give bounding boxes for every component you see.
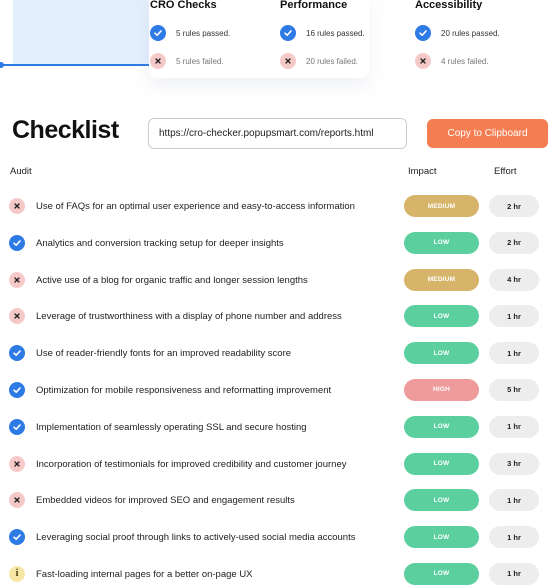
impact-badge: MEDIUM — [404, 268, 479, 291]
page-title: Checklist — [12, 116, 119, 144]
summary-card: CRO Checks 5 rules passed. 5 rules faile… — [0, 0, 549, 82]
effort-badge: 1 hr — [489, 305, 539, 328]
effort-badge: 2 hr — [489, 195, 539, 217]
audit-text: Implementation of seamlessly operating S… — [36, 421, 307, 433]
table-row: Analytics and conversion tracking setup … — [0, 225, 549, 262]
failed-stat: 4 rules failed. — [415, 52, 549, 70]
impact-badge: LOW — [404, 305, 479, 328]
check-circle-icon — [150, 25, 166, 41]
x-circle-icon — [9, 271, 25, 288]
summary-cro-checks: CRO Checks 5 rules passed. 5 rules faile… — [150, 0, 290, 70]
passed-text: 5 rules passed. — [176, 28, 231, 38]
x-circle-icon — [415, 53, 431, 69]
impact-column-header: Impact — [408, 166, 437, 177]
failed-text: 20 rules failed. — [306, 56, 359, 66]
check-circle-icon — [9, 381, 25, 398]
x-circle-icon — [9, 198, 25, 214]
effort-badge: 4 hr — [489, 268, 539, 291]
effort-column-header: Effort — [494, 166, 517, 177]
impact-badge: LOW — [404, 415, 479, 438]
check-circle-icon — [9, 418, 25, 435]
passed-stat: 20 rules passed. — [415, 24, 549, 42]
impact-badge: LOW — [404, 342, 479, 365]
effort-badge: 1 hr — [489, 342, 539, 365]
impact-badge: MEDIUM — [404, 195, 479, 217]
audit-text: Embedded videos for improved SEO and eng… — [36, 495, 295, 507]
check-circle-icon — [9, 345, 25, 362]
check-circle-icon — [415, 25, 431, 41]
x-circle-icon — [150, 53, 166, 69]
audit-text: Optimization for mobile responsiveness a… — [36, 384, 332, 396]
table-row: Leverage of trustworthiness with a displ… — [0, 298, 549, 335]
table-row: i Fast-loading internal pages for a bette… — [0, 556, 549, 588]
table-row: Leveraging social proof through links to… — [0, 519, 549, 556]
x-circle-icon — [9, 492, 25, 509]
audit-column-header: Audit — [10, 166, 32, 177]
summary-title: CRO Checks — [150, 0, 217, 10]
effort-badge: 1 hr — [489, 489, 539, 512]
effort-badge: 1 hr — [489, 562, 539, 585]
check-circle-icon — [9, 234, 25, 251]
table-row: Implementation of seamlessly operating S… — [0, 409, 549, 446]
failed-stat: 5 rules failed. — [150, 52, 290, 70]
summary-performance: Performance 16 rules passed. 20 rules fa… — [280, 0, 420, 70]
impact-badge: LOW — [404, 526, 479, 549]
table-row: Embedded videos for improved SEO and eng… — [0, 482, 549, 519]
copy-to-clipboard-button[interactable]: Copy to Clipboard — [427, 119, 548, 148]
x-circle-icon — [9, 455, 25, 472]
audit-text: Leveraging social proof through links to… — [36, 532, 356, 544]
chart-point — [0, 62, 4, 68]
effort-badge: 2 hr — [489, 231, 539, 254]
effort-badge: 5 hr — [489, 378, 539, 401]
table-row: Active use of a blog for organic traffic… — [0, 262, 549, 299]
effort-badge: 3 hr — [489, 452, 539, 475]
x-circle-icon — [9, 308, 25, 325]
audit-text: Leverage of trustworthiness with a displ… — [36, 311, 342, 323]
impact-badge: LOW — [404, 452, 479, 475]
failed-text: 5 rules failed. — [176, 56, 224, 66]
impact-badge: LOW — [404, 562, 479, 585]
audit-text: Use of reader-friendly fonts for an impr… — [36, 348, 292, 360]
table-row: Use of FAQs for an optimal user experien… — [0, 188, 549, 225]
passed-text: 16 rules passed. — [306, 28, 365, 38]
report-url-field[interactable] — [148, 118, 407, 149]
audit-text: Use of FAQs for an optimal user experien… — [36, 201, 355, 212]
impact-badge: LOW — [404, 489, 479, 512]
failed-stat: 20 rules failed. — [280, 52, 420, 70]
passed-stat: 5 rules passed. — [150, 24, 290, 42]
audit-text: Fast-loading internal pages for a better… — [36, 568, 253, 580]
checklist-table: Use of FAQs for an optimal user experien… — [0, 188, 549, 588]
table-row: Use of reader-friendly fonts for an impr… — [0, 335, 549, 372]
summary-accessibility: Accessibility 20 rules passed. 4 rules f… — [415, 0, 549, 70]
x-circle-icon — [280, 53, 296, 69]
failed-text: 4 rules failed. — [441, 56, 489, 66]
impact-badge: LOW — [404, 231, 479, 254]
chart-line — [0, 64, 149, 66]
check-circle-icon — [9, 529, 25, 546]
chart-panel — [13, 0, 149, 64]
check-circle-icon — [280, 25, 296, 41]
impact-badge: HIGH — [404, 378, 479, 401]
summary-title: Accessibility — [415, 0, 483, 10]
table-row: Incorporation of testimonials for improv… — [0, 446, 549, 483]
info-circle-icon: i — [9, 565, 25, 582]
table-row: Optimization for mobile responsiveness a… — [0, 372, 549, 409]
audit-text: Incorporation of testimonials for improv… — [36, 458, 347, 470]
audit-text: Analytics and conversion tracking setup … — [36, 237, 284, 249]
effort-badge: 1 hr — [489, 415, 539, 438]
summary-title: Performance — [280, 0, 348, 10]
passed-text: 20 rules passed. — [441, 28, 500, 38]
effort-badge: 1 hr — [489, 526, 539, 549]
passed-stat: 16 rules passed. — [280, 24, 420, 42]
audit-text: Active use of a blog for organic traffic… — [36, 274, 308, 286]
